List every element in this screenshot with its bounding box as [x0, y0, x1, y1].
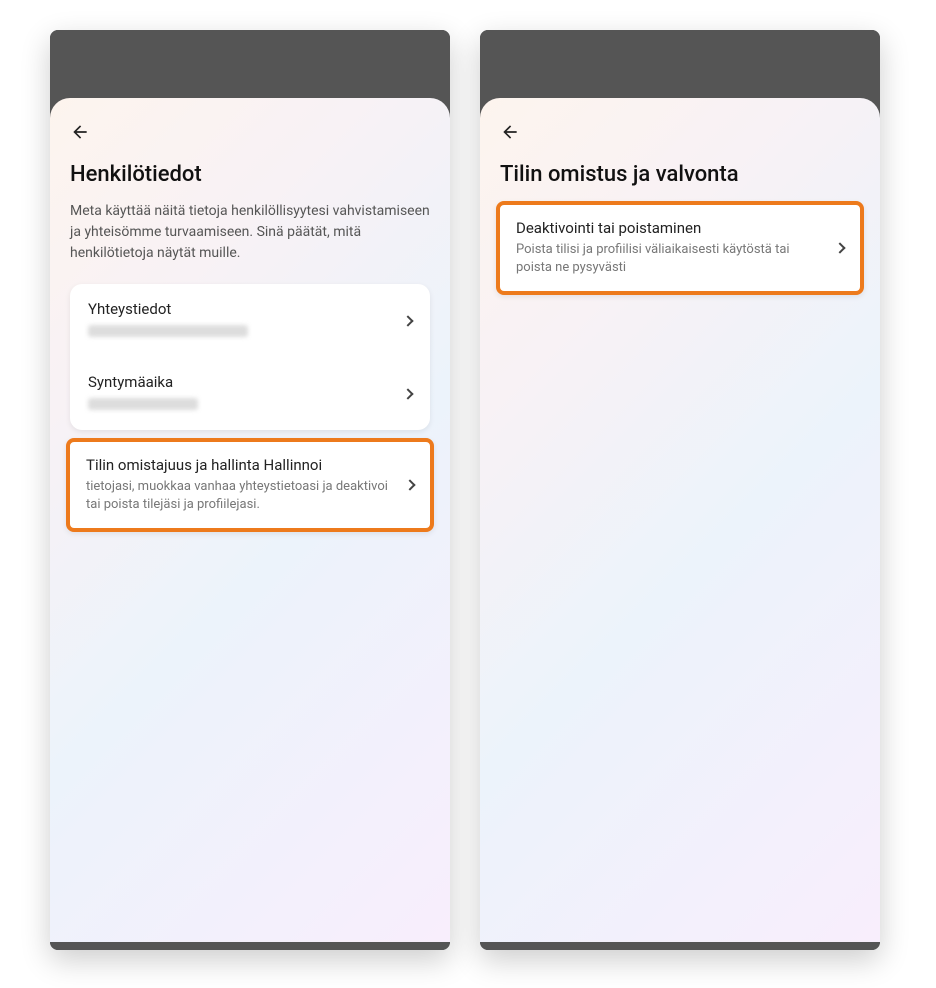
settings-list: Yhteystiedot Syntymäaika — [70, 284, 430, 430]
item-title: Deaktivointi tai poistaminen — [516, 219, 826, 237]
list-item-account-ownership[interactable]: Tilin omistajuus ja hallinta Hallinnoi t… — [70, 442, 430, 528]
content-sheet: Tilin omistus ja valvonta Deaktivointi t… — [480, 98, 880, 942]
phone-screen-1: Henkilötiedot Meta käyttää näitä tietoja… — [50, 30, 450, 950]
nav-bar — [50, 942, 450, 950]
redacted-value — [88, 325, 248, 337]
back-button[interactable] — [70, 122, 90, 142]
page-title: Henkilötiedot — [70, 162, 430, 187]
phone-screen-2: Tilin omistus ja valvonta Deaktivointi t… — [480, 30, 880, 950]
arrow-left-icon — [500, 122, 520, 142]
status-bar — [480, 30, 880, 98]
item-subtitle: tietojasi, muokkaa vanhaa yhteystietoasi… — [86, 478, 396, 514]
chevron-right-icon — [834, 243, 845, 254]
arrow-left-icon — [70, 122, 90, 142]
chevron-right-icon — [402, 388, 413, 399]
nav-bar — [480, 942, 880, 950]
status-bar — [50, 30, 450, 98]
item-subtitle: Poista tilisi ja profiilisi väliaikaises… — [516, 241, 826, 277]
item-title: Yhteystiedot — [88, 300, 394, 318]
item-text: Deaktivointi tai poistaminen Poista tili… — [516, 219, 836, 277]
chevron-right-icon — [404, 480, 415, 491]
item-title: Tilin omistajuus ja hallinta Hallinnoi — [86, 456, 396, 474]
list-item-contact-info[interactable]: Yhteystiedot — [70, 284, 430, 357]
back-button[interactable] — [500, 122, 520, 142]
content-sheet: Henkilötiedot Meta käyttää näitä tietoja… — [50, 98, 450, 942]
list-item-birthday[interactable]: Syntymäaika — [70, 357, 430, 430]
item-title: Syntymäaika — [88, 373, 394, 391]
chevron-right-icon — [402, 315, 413, 326]
item-text: Syntymäaika — [88, 373, 404, 414]
page-description: Meta käyttää näitä tietoja henkilöllisyy… — [70, 201, 430, 264]
item-text: Yhteystiedot — [88, 300, 404, 341]
redacted-value — [88, 398, 198, 410]
page-title: Tilin omistus ja valvonta — [500, 162, 860, 187]
item-text: Tilin omistajuus ja hallinta Hallinnoi t… — [86, 456, 406, 514]
highlighted-frame: Deaktivointi tai poistaminen Poista tili… — [496, 201, 864, 295]
highlighted-frame: Tilin omistajuus ja hallinta Hallinnoi t… — [66, 438, 434, 532]
list-item-deactivation[interactable]: Deaktivointi tai poistaminen Poista tili… — [500, 205, 860, 291]
